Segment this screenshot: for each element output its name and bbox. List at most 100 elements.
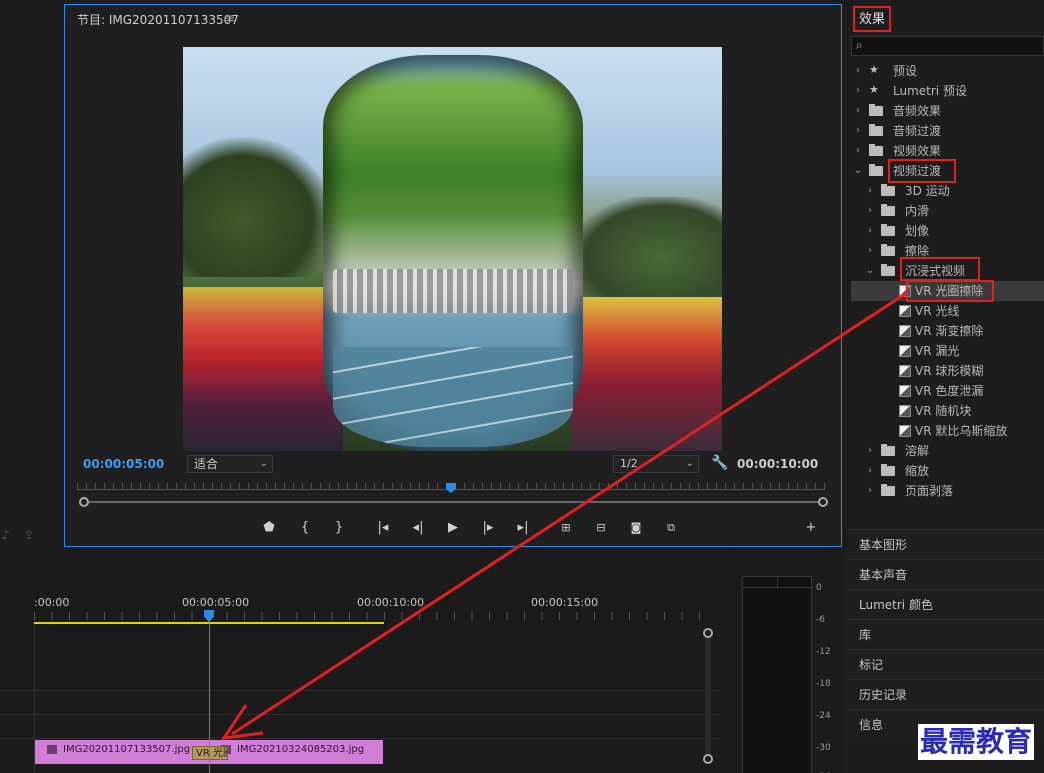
- effects-item[interactable]: VR 光圈擦除: [851, 281, 1044, 301]
- program-title[interactable]: 节目: IMG20201107133507: [77, 11, 239, 28]
- effects-item[interactable]: › 擦除: [851, 241, 1044, 261]
- db-label: 0: [816, 583, 822, 593]
- export-icon[interactable]: ⇪: [24, 528, 34, 542]
- effects-item-label: 视频过渡: [893, 164, 942, 178]
- play-icon[interactable]: ▶: [442, 519, 464, 537]
- effects-item[interactable]: › ★ Lumetri 预设: [851, 81, 1044, 101]
- chevron-right-icon[interactable]: ›: [865, 461, 875, 481]
- effects-item[interactable]: › 溶解: [851, 441, 1044, 461]
- effects-item[interactable]: VR 漏光: [851, 341, 1044, 361]
- effects-item[interactable]: › 3D 运动: [851, 181, 1044, 201]
- extract-icon[interactable]: ⊟: [590, 519, 612, 537]
- side-panel-tab[interactable]: 基本声音: [847, 559, 1044, 589]
- fit-value: 适合: [194, 457, 219, 471]
- folder-icon: [881, 444, 895, 456]
- chevron-right-icon[interactable]: ›: [853, 141, 863, 161]
- side-panel-tab[interactable]: 库: [847, 619, 1044, 649]
- export-frame-icon[interactable]: ◙: [625, 519, 647, 537]
- track-divider: [0, 690, 720, 691]
- step-back-icon[interactable]: ◂|: [407, 519, 429, 537]
- db-label: -24: [816, 711, 831, 721]
- effects-item[interactable]: › 音频效果: [851, 101, 1044, 121]
- transition-effect-icon: [899, 365, 911, 377]
- scrollbar-handle-bottom[interactable]: [703, 754, 713, 764]
- effects-item[interactable]: ⌄ 沉浸式视频: [851, 261, 1044, 281]
- effects-item[interactable]: › 页面剥落: [851, 481, 1044, 501]
- vr-fence: [333, 269, 573, 313]
- folder-icon: [881, 184, 895, 196]
- effects-item[interactable]: VR 光线: [851, 301, 1044, 321]
- db-label: -6: [816, 615, 825, 625]
- effects-item[interactable]: VR 球形模糊: [851, 361, 1044, 381]
- transition-effect-icon: [899, 305, 911, 317]
- folder-icon: [881, 244, 895, 256]
- zoom-scrollbar[interactable]: [81, 501, 825, 503]
- chevron-down-icon[interactable]: ⌄: [853, 161, 863, 181]
- video-clip-1[interactable]: IMG20201107133507.jpg: [35, 740, 209, 764]
- current-timecode[interactable]: 00:00:05:00: [83, 457, 164, 471]
- effects-search-input[interactable]: ⌕: [851, 36, 1044, 56]
- chevron-right-icon[interactable]: ›: [853, 61, 863, 81]
- effects-tab[interactable]: 效果: [853, 6, 892, 32]
- effects-item[interactable]: › 缩放: [851, 461, 1044, 481]
- side-panel-tab[interactable]: 标记: [847, 649, 1044, 679]
- timeline-ruler[interactable]: [34, 612, 714, 620]
- chevron-right-icon[interactable]: ›: [865, 241, 875, 261]
- fit-dropdown[interactable]: 适合 ⌄: [187, 455, 273, 473]
- effects-item-label: VR 渐变擦除: [915, 324, 984, 338]
- scrollbar-handle-top[interactable]: [703, 628, 713, 638]
- effects-item[interactable]: VR 色度泄漏: [851, 381, 1044, 401]
- audio-icon[interactable]: ♪: [2, 528, 10, 542]
- chevron-right-icon[interactable]: ›: [853, 121, 863, 141]
- effects-item[interactable]: › 音频过渡: [851, 121, 1044, 141]
- chevron-right-icon[interactable]: ›: [853, 81, 863, 101]
- chevron-right-icon[interactable]: ›: [865, 201, 875, 221]
- effects-item[interactable]: VR 渐变擦除: [851, 321, 1044, 341]
- step-forward-icon[interactable]: |▸: [477, 519, 499, 537]
- transition-block[interactable]: VR 光圈: [192, 746, 228, 760]
- scrollbar-handle-right[interactable]: [818, 497, 828, 507]
- panel-menu-icon[interactable]: ≡: [225, 11, 235, 25]
- lift-icon[interactable]: ⊞: [555, 519, 577, 537]
- timeline-time-5: 00:00:05:00: [182, 596, 250, 609]
- go-to-out-icon[interactable]: ▸|: [512, 519, 534, 537]
- playhead-marker[interactable]: [446, 483, 456, 493]
- chevron-right-icon[interactable]: ›: [865, 221, 875, 241]
- effects-item[interactable]: › 视频效果: [851, 141, 1044, 161]
- transition-effect-icon: [899, 345, 911, 357]
- side-panel-tab[interactable]: 基本图形: [847, 529, 1044, 559]
- add-button-icon[interactable]: +: [800, 519, 822, 537]
- program-monitor: 节目: IMG20201107133507 ≡ 00:00:05:00 适合 ⌄…: [64, 4, 842, 547]
- go-to-in-icon[interactable]: |◂: [372, 519, 394, 537]
- effects-item-label: Lumetri 预设: [893, 84, 967, 98]
- video-clip-2[interactable]: IMG20210324085203.jpg: [209, 740, 383, 764]
- chevron-right-icon[interactable]: ›: [865, 441, 875, 461]
- side-panel-tab[interactable]: 历史记录: [847, 679, 1044, 709]
- settings-wrench-icon[interactable]: 🔧: [711, 455, 728, 471]
- effects-item[interactable]: ⌄ 视频过渡: [851, 161, 1044, 181]
- effects-item[interactable]: › ★ 预设: [851, 61, 1044, 81]
- video-viewer[interactable]: [183, 47, 722, 451]
- chevron-right-icon[interactable]: ›: [865, 181, 875, 201]
- bg-trees-right: [572, 197, 722, 307]
- transition-effect-icon: [899, 285, 911, 297]
- compare-icon[interactable]: ⧉: [660, 519, 682, 537]
- effects-item-label: 视频效果: [893, 144, 942, 158]
- effects-item-label: 音频效果: [893, 104, 942, 118]
- chevron-right-icon[interactable]: ›: [865, 481, 875, 501]
- marker-icon[interactable]: ⬟: [258, 519, 280, 537]
- mark-in-icon[interactable]: {: [294, 519, 316, 537]
- effects-item[interactable]: VR 随机块: [851, 401, 1044, 421]
- effects-item[interactable]: VR 默比乌斯缩放: [851, 421, 1044, 441]
- timeline-panel: :00:00 00:00:05:00 00:00:10:00 00:00:15:…: [0, 550, 728, 773]
- chevron-right-icon[interactable]: ›: [853, 101, 863, 121]
- side-panel-tab[interactable]: Lumetri 颜色: [847, 589, 1044, 619]
- scrollbar-handle-left[interactable]: [79, 497, 89, 507]
- effects-item[interactable]: › 内滑: [851, 201, 1044, 221]
- db-label: -18: [816, 679, 831, 689]
- effects-item[interactable]: › 划像: [851, 221, 1044, 241]
- resolution-dropdown[interactable]: 1/2 ⌄: [613, 455, 699, 473]
- timeline-vertical-scrollbar[interactable]: [705, 632, 711, 762]
- mark-out-icon[interactable]: }: [328, 519, 350, 537]
- chevron-down-icon[interactable]: ⌄: [865, 261, 875, 281]
